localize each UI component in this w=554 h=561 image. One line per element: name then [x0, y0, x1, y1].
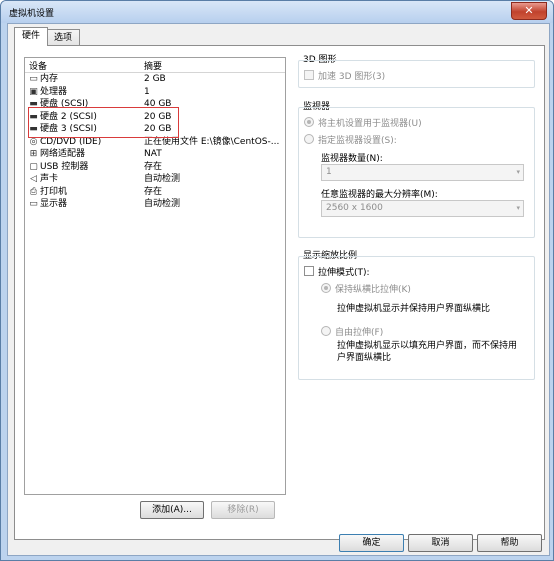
device-summary: 自动检测 [144, 174, 181, 184]
dialog-client: 硬件 选项 设备 摘要 ▭ 内存 2 GB ▣ 处理器 1 ▬ 硬盘 (SCSI) 40 GB ▬… [7, 23, 550, 556]
ok-button[interactable]: 确定 [339, 534, 404, 552]
column-header-device[interactable]: 设备 [29, 59, 47, 72]
max-resolution-select[interactable]: 2560 x 1600 ▾ [321, 200, 524, 217]
specify-monitor-radio[interactable] [304, 134, 314, 144]
list-header: 设备 摘要 [25, 58, 285, 73]
add-button[interactable]: 添加(A)... [140, 501, 204, 519]
device-summary: 存在 [144, 186, 163, 197]
free-stretch-radio[interactable] [321, 326, 331, 336]
display-icon: ▭ [29, 199, 38, 209]
sound-card-icon: ◁ [30, 174, 37, 184]
device-name: 网络适配器 [40, 149, 86, 159]
tab-hardware[interactable]: 硬件 [14, 27, 48, 46]
title-bar[interactable]: 虚拟机设置 ✕ [1, 1, 553, 23]
device-name: 显示器 [40, 199, 68, 209]
table-row[interactable]: ▣ 处理器 1 [25, 86, 285, 98]
device-name: 处理器 [40, 86, 68, 97]
use-host-radio[interactable] [304, 117, 314, 127]
hardware-panel: 设备 摘要 ▭ 内存 2 GB ▣ 处理器 1 ▬ 硬盘 (SCSI) 40 GB ▬ 硬盘 2 (… [14, 45, 545, 540]
table-row[interactable]: ▭ 内存 2 GB [25, 73, 285, 85]
red-annotation-box [28, 107, 179, 138]
monitor-count-select[interactable]: 1 ▾ [321, 164, 524, 181]
free-stretch-description-line-1: 拉伸虚拟机显示以填充用户界面，而不保持用 [337, 341, 518, 351]
keep-aspect-radio[interactable] [321, 283, 331, 293]
keep-aspect-label: 保持纵横比拉伸(K) [335, 285, 411, 295]
free-stretch-description-line-2: 户界面纵横比 [337, 353, 392, 363]
device-summary: NAT [144, 149, 162, 159]
usb-icon: ▢ [29, 161, 38, 172]
remove-button[interactable]: 移除(R) [211, 501, 275, 519]
cancel-button[interactable]: 取消 [408, 534, 473, 552]
stretch-mode-label: 拉伸模式(T): [318, 268, 370, 278]
use-host-label: 将主机设置用于监视器(U) [318, 119, 422, 129]
table-row[interactable]: ⊞ 网络适配器 NAT [25, 148, 285, 160]
device-name: 打印机 [40, 186, 68, 197]
window-title: 虚拟机设置 [9, 9, 55, 19]
stretch-mode-checkbox[interactable] [304, 266, 314, 276]
memory-icon: ▭ [29, 74, 38, 84]
help-button[interactable]: 帮助 [477, 534, 542, 552]
chevron-down-icon: ▾ [516, 204, 520, 212]
device-summary: 1 [144, 86, 150, 97]
processor-icon: ▣ [29, 86, 38, 97]
device-summary: 自动检测 [144, 199, 181, 209]
keep-aspect-description: 拉伸虚拟机显示并保持用户界面纵横比 [337, 304, 491, 314]
table-row[interactable]: ◁ 声卡 自动检测 [25, 173, 285, 185]
device-summary: 2 GB [144, 74, 166, 84]
device-name: 内存 [40, 74, 59, 84]
monitor-count-value: 1 [326, 167, 332, 177]
cd-dvd-icon: ◎ [29, 136, 38, 147]
printer-icon: ⎙ [29, 186, 38, 197]
table-row[interactable]: ⎙ 打印机 存在 [25, 186, 285, 198]
monitor-count-label: 监视器数量(N): [321, 154, 383, 164]
column-header-summary[interactable]: 摘要 [144, 59, 162, 72]
specify-monitor-label: 指定监视器设置(S): [318, 136, 397, 146]
table-row[interactable]: ▭ 显示器 自动检测 [25, 198, 285, 210]
max-resolution-value: 2560 x 1600 [326, 203, 383, 213]
device-name: 声卡 [40, 174, 59, 184]
table-row[interactable]: ▢ USB 控制器 存在 [25, 161, 285, 173]
network-adapter-icon: ⊞ [29, 149, 38, 159]
chevron-down-icon: ▾ [516, 168, 520, 176]
close-button[interactable]: ✕ [511, 2, 547, 20]
max-resolution-label: 任意监视器的最大分辨率(M): [321, 190, 438, 200]
tab-options[interactable]: 选项 [46, 29, 80, 46]
accelerate-3d-checkbox[interactable] [304, 70, 314, 80]
device-list[interactable]: 设备 摘要 ▭ 内存 2 GB ▣ 处理器 1 ▬ 硬盘 (SCSI) 40 GB ▬ 硬盘 2 (… [24, 57, 286, 495]
device-summary: 存在 [144, 161, 163, 172]
vm-settings-window: 虚拟机设置 ✕ 硬件 选项 设备 摘要 ▭ 内存 2 GB ▣ 处理器 1 ▬ 硬盘 (SCS… [0, 0, 554, 561]
accelerate-3d-label: 加速 3D 图形(3) [318, 72, 386, 82]
device-name: USB 控制器 [40, 161, 89, 172]
free-stretch-label: 自由拉伸(F) [335, 328, 384, 338]
